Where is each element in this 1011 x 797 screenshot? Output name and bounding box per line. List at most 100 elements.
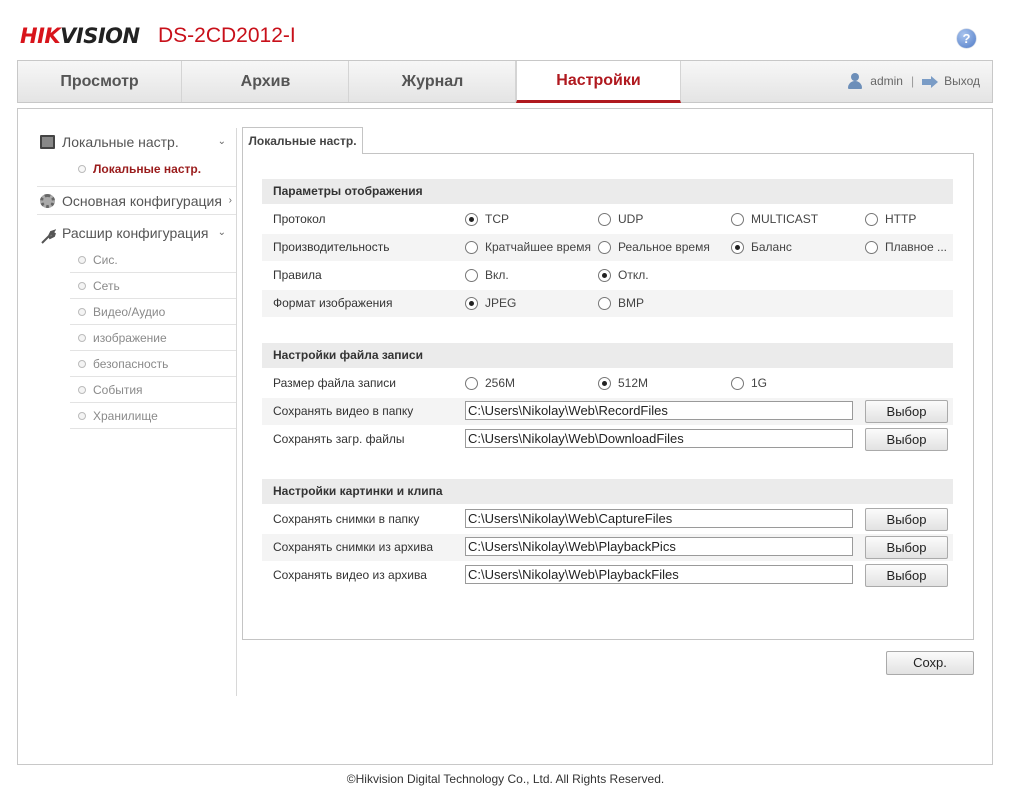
save-button[interactable]: Сохр. xyxy=(886,651,974,675)
sidebar: Локальные настр. ⌄ Локальные настр. Осно… xyxy=(37,128,237,696)
option-label: Откл. xyxy=(618,268,649,282)
tab-configuration[interactable]: Настройки xyxy=(516,61,681,103)
performance-option-shortest[interactable]: Кратчайшее время xyxy=(465,240,591,254)
radio-realtime[interactable] xyxy=(598,240,611,254)
image-format-option-bmp[interactable]: BMP xyxy=(598,296,644,310)
file-size-option-256m[interactable]: 256M xyxy=(465,376,515,390)
save-playback-pics-label: Сохранять снимки из архива xyxy=(273,540,433,554)
radio-shortest-delay[interactable] xyxy=(465,240,478,254)
rules-option-on[interactable]: Вкл. xyxy=(465,268,509,282)
option-label: BMP xyxy=(618,296,645,310)
browse-playback-pics-button[interactable]: Выбор xyxy=(865,536,948,559)
radio-http[interactable] xyxy=(865,212,878,226)
logout-icon[interactable] xyxy=(922,75,939,88)
sidebar-item-label: Сис. xyxy=(93,253,118,267)
sidebar-section-label: Основная конфигурация xyxy=(62,193,222,209)
protocol-option-http[interactable]: HTTP xyxy=(865,212,916,226)
option-label: Плавное ... xyxy=(885,240,947,254)
tab-local-settings[interactable]: Локальные настр. xyxy=(242,127,363,154)
browse-capture-button[interactable]: Выбор xyxy=(865,508,948,531)
bullet-icon xyxy=(78,334,86,342)
sidebar-section-advanced[interactable]: Расшир конфигурация ⌄ xyxy=(37,219,236,247)
option-label: 256M xyxy=(485,376,516,390)
row-save-video-folder: Сохранять видео в папку C:\Users\Nikolay… xyxy=(262,398,953,425)
logo-text-dark: VISION xyxy=(60,24,140,48)
option-label: Баланс xyxy=(751,240,792,254)
gear-icon xyxy=(40,194,55,208)
save-snapshots-path-input[interactable]: C:\Users\Nikolay\Web\CaptureFiles xyxy=(465,509,853,528)
save-snapshots-label: Сохранять снимки в папку xyxy=(273,512,420,526)
radio-jpeg[interactable] xyxy=(465,296,478,310)
radio-256m[interactable] xyxy=(465,376,478,390)
file-size-option-1g[interactable]: 1G xyxy=(731,376,767,390)
option-label: JPEG xyxy=(485,296,517,310)
radio-512m[interactable] xyxy=(598,376,611,390)
image-format-label: Формат изображения xyxy=(273,296,393,310)
sidebar-item-storage[interactable]: Хранилище xyxy=(70,403,236,429)
sidebar-section-label: Локальные настр. xyxy=(62,134,179,150)
browse-downloads-button[interactable]: Выбор xyxy=(865,428,948,451)
row-record-file-size: Размер файла записи 256M 512M 1G xyxy=(262,370,953,397)
protocol-option-tcp[interactable]: TCP xyxy=(465,212,509,226)
sidebar-item-security[interactable]: безопасность xyxy=(70,351,236,377)
row-save-playback-video-folder: Сохранять видео из архива C:\Users\Nikol… xyxy=(262,562,953,589)
bullet-icon xyxy=(78,360,86,368)
row-performance: Производительность Кратчайшее время Реал… xyxy=(262,234,953,261)
protocol-option-multicast[interactable]: MULTICAST xyxy=(731,212,818,226)
sidebar-section-local[interactable]: Локальные настр. ⌄ xyxy=(37,128,236,156)
performance-option-balanced[interactable]: Баланс xyxy=(731,240,792,254)
sidebar-section-basic[interactable]: Основная конфигурация › xyxy=(37,187,236,215)
bullet-icon xyxy=(78,412,86,420)
sidebar-item-system[interactable]: Сис. xyxy=(70,247,236,273)
username: admin xyxy=(870,74,903,88)
row-protocol: Протокол TCP UDP MULTICAST HTTP xyxy=(262,206,953,233)
nav-separator: | xyxy=(910,74,915,88)
image-format-option-jpeg[interactable]: JPEG xyxy=(465,296,516,310)
file-size-option-512m[interactable]: 512M xyxy=(598,376,648,390)
radio-bmp[interactable] xyxy=(598,296,611,310)
tab-log[interactable]: Журнал xyxy=(350,61,516,102)
radio-fluent[interactable] xyxy=(865,240,878,254)
radio-rules-on[interactable] xyxy=(465,268,478,282)
browse-playback-files-button[interactable]: Выбор xyxy=(865,564,948,587)
browse-record-button[interactable]: Выбор xyxy=(865,400,948,423)
tab-live-view[interactable]: Просмотр xyxy=(18,61,182,102)
sidebar-item-label: Хранилище xyxy=(93,409,158,423)
sidebar-item-events[interactable]: События xyxy=(70,377,236,403)
row-save-playback-pics-folder: Сохранять снимки из архива C:\Users\Niko… xyxy=(262,534,953,561)
main-nav: Просмотр Архив Журнал Настройки admin | … xyxy=(17,60,993,103)
radio-1g[interactable] xyxy=(731,376,744,390)
bullet-icon xyxy=(78,386,86,394)
sidebar-item-video-audio[interactable]: Видео/Аудио xyxy=(70,299,236,325)
option-label: MULTICAST xyxy=(751,212,819,226)
section-record-settings: Настройки файла записи xyxy=(262,343,953,368)
save-downloads-label: Сохранять загр. файлы xyxy=(273,432,405,446)
save-playback-video-path-input[interactable]: C:\Users\Nikolay\Web\PlaybackFiles xyxy=(465,565,853,584)
save-downloads-path-input[interactable]: C:\Users\Nikolay\Web\DownloadFiles xyxy=(465,429,853,448)
chevron-right-icon: › xyxy=(228,195,232,206)
option-label: Вкл. xyxy=(485,268,509,282)
protocol-option-udp[interactable]: UDP xyxy=(598,212,643,226)
bullet-icon xyxy=(78,256,86,264)
tab-playback[interactable]: Архив xyxy=(183,61,349,102)
radio-balanced[interactable] xyxy=(731,240,744,254)
radio-rules-off[interactable] xyxy=(598,268,611,282)
radio-udp[interactable] xyxy=(598,212,611,226)
save-video-path-input[interactable]: C:\Users\Nikolay\Web\RecordFiles xyxy=(465,401,853,420)
help-icon[interactable]: ? xyxy=(957,29,976,48)
sidebar-item-network[interactable]: Сеть xyxy=(70,273,236,299)
rules-label: Правила xyxy=(273,268,322,282)
radio-multicast[interactable] xyxy=(731,212,744,226)
option-label: 512M xyxy=(618,376,649,390)
sidebar-item-local-settings[interactable]: Локальные настр. xyxy=(70,156,236,182)
save-playback-pics-path-input[interactable]: C:\Users\Nikolay\Web\PlaybackPics xyxy=(465,537,853,556)
logout-link[interactable]: Выход xyxy=(944,74,980,88)
performance-option-fluent[interactable]: Плавное ... xyxy=(865,240,947,254)
sidebar-item-image[interactable]: изображение xyxy=(70,325,236,351)
protocol-label: Протокол xyxy=(273,212,326,226)
rules-option-off[interactable]: Откл. xyxy=(598,268,649,282)
performance-option-realtime[interactable]: Реальное время xyxy=(598,240,710,254)
sidebar-item-label: Сеть xyxy=(93,279,120,293)
sidebar-item-label: изображение xyxy=(93,331,167,345)
radio-tcp[interactable] xyxy=(465,212,478,226)
